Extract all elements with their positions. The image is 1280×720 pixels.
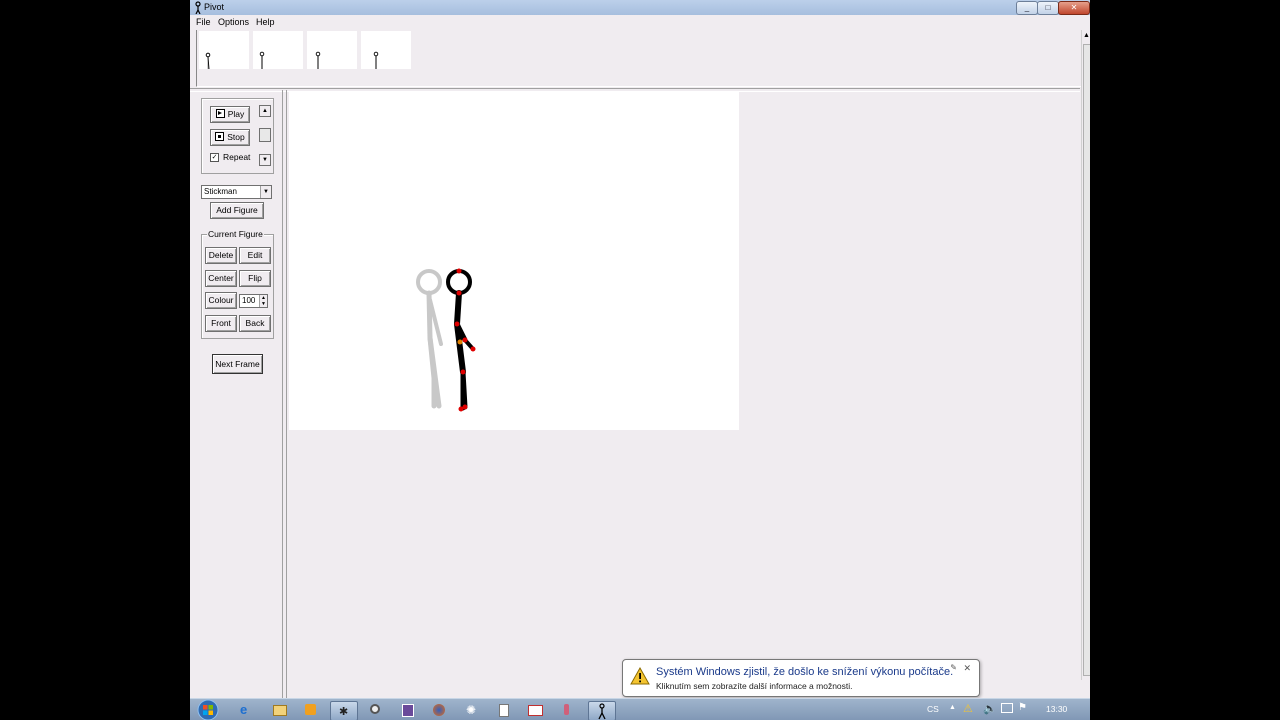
stickman-icon <box>598 703 606 720</box>
taskbar: e ✱ ✺ CS ▲ ⚠ 🔈 ⚑ 13:30 <box>190 698 1090 720</box>
window-title: Pivot <box>204 2 225 12</box>
play-button[interactable]: Play <box>210 106 250 123</box>
tools-panel: Play Stop ✓ Repeat ▲ ▼ Stickman ▼ Add Fi… <box>190 90 283 700</box>
delete-button[interactable]: Delete <box>205 247 237 264</box>
tray-warning-icon[interactable]: ⚠ <box>963 702 973 715</box>
show-hidden-icons-icon[interactable]: ▲ <box>949 704 956 711</box>
stop-icon <box>215 132 225 141</box>
stop-label: Stop <box>227 132 245 142</box>
menu-help[interactable]: Help <box>256 17 275 27</box>
colour-button[interactable]: Colour <box>205 292 237 309</box>
repeat-label: Repeat <box>223 152 251 162</box>
vertical-scrollbar[interactable]: ▲ <box>1081 30 1090 680</box>
current-figure-title: Current Figure <box>207 229 264 239</box>
app-taskbar-icon[interactable] <box>522 701 548 719</box>
frame-figure-icon <box>205 52 211 69</box>
chevron-down-icon: ▼ <box>260 186 271 198</box>
clock[interactable]: 13:30 <box>1046 704 1067 714</box>
language-indicator[interactable]: CS <box>927 704 939 714</box>
pivot-window: Pivot _ □ ✕ File Options Help Play Stop … <box>190 0 1090 720</box>
action-center-flag-icon[interactable]: ⚑ <box>1018 702 1027 713</box>
colour-value: 100 <box>242 296 256 305</box>
menu-file[interactable]: File <box>196 17 211 27</box>
title-bar[interactable]: Pivot _ □ ✕ <box>190 0 1090 15</box>
app-taskbar-icon[interactable] <box>554 701 580 719</box>
frame-thumbnail[interactable] <box>199 31 249 69</box>
firefox-taskbar-icon[interactable] <box>426 701 452 719</box>
back-button[interactable]: Back <box>239 315 271 332</box>
playback-group: Play Stop ✓ Repeat ▲ ▼ <box>201 98 274 174</box>
scroll-up-icon[interactable]: ▲ <box>1083 32 1090 39</box>
next-frame-button[interactable]: Next Frame <box>212 354 263 374</box>
spinner-arrows-icon[interactable]: ▲ ▼ <box>259 295 267 307</box>
scroll-down-icon[interactable]: ▼ <box>259 154 271 166</box>
flip-button[interactable]: Flip <box>239 270 271 287</box>
onion-skin-figure <box>416 269 443 409</box>
edit-button[interactable]: Edit <box>239 247 271 264</box>
maximize-button[interactable]: □ <box>1037 1 1059 15</box>
frame-figure-icon <box>259 51 265 69</box>
wrench-icon[interactable]: ✎ <box>950 663 957 672</box>
repeat-checkbox[interactable]: ✓ <box>210 153 219 162</box>
app-taskbar-icon[interactable]: ✱ <box>330 701 358 720</box>
app-taskbar-icon[interactable] <box>394 701 420 719</box>
ie-taskbar-icon[interactable]: e <box>234 701 260 719</box>
windows-notification[interactable]: Systém Windows zjistil, že došlo ke sníž… <box>622 659 980 697</box>
notification-text: Kliknutím sem zobrazíte další informace … <box>656 681 853 691</box>
scroll-thumb[interactable] <box>259 128 271 142</box>
front-button[interactable]: Front <box>205 315 237 332</box>
document-taskbar-icon[interactable] <box>490 701 516 719</box>
menu-options[interactable]: Options <box>218 17 249 27</box>
warning-icon <box>630 667 650 685</box>
pivot-taskbar-icon[interactable] <box>588 701 616 720</box>
work-area <box>286 90 1081 700</box>
frame-figure-icon <box>315 51 321 69</box>
close-icon[interactable]: ✕ <box>963 663 971 674</box>
scroll-up-icon[interactable]: ▲ <box>259 105 271 117</box>
explorer-taskbar-icon[interactable] <box>266 701 292 719</box>
start-button-icon[interactable] <box>196 699 220 720</box>
add-figure-button[interactable]: Add Figure <box>210 202 264 219</box>
media-player-taskbar-icon[interactable] <box>298 701 324 719</box>
play-label: Play <box>227 109 245 119</box>
speed-scrollbar[interactable]: ▲ ▼ <box>259 104 271 166</box>
app-taskbar-icon[interactable]: ✺ <box>458 701 484 719</box>
notification-title: Systém Windows zjistil, že došlo ke sníž… <box>656 666 954 678</box>
figure-type-select[interactable]: Stickman ▼ <box>201 185 272 199</box>
frame-thumbnail[interactable] <box>307 31 357 69</box>
figure-type-value: Stickman <box>204 187 237 196</box>
play-icon <box>215 109 225 118</box>
frame-thumbnail[interactable] <box>253 31 303 69</box>
frame-figure-icon <box>373 51 379 69</box>
current-figure-group: Current Figure Delete Edit Center Flip C… <box>201 229 274 339</box>
minimize-button[interactable]: _ <box>1016 1 1038 15</box>
colour-spinner[interactable]: 100 ▲ ▼ <box>239 294 268 308</box>
close-button[interactable]: ✕ <box>1058 1 1090 15</box>
frames-strip <box>196 30 1081 87</box>
app-taskbar-icon[interactable] <box>362 701 388 719</box>
volume-icon[interactable]: 🔈 <box>983 702 997 715</box>
frame-thumbnail[interactable] <box>361 31 411 69</box>
stickman-app-icon <box>195 1 201 14</box>
animation-canvas[interactable] <box>289 92 739 430</box>
network-icon[interactable] <box>1001 703 1013 713</box>
scroll-thumb[interactable] <box>1083 44 1090 676</box>
stop-button[interactable]: Stop <box>210 129 250 146</box>
center-button[interactable]: Center <box>205 270 237 287</box>
menu-bar: File Options Help <box>190 15 1090 29</box>
stick-figures <box>416 268 476 412</box>
